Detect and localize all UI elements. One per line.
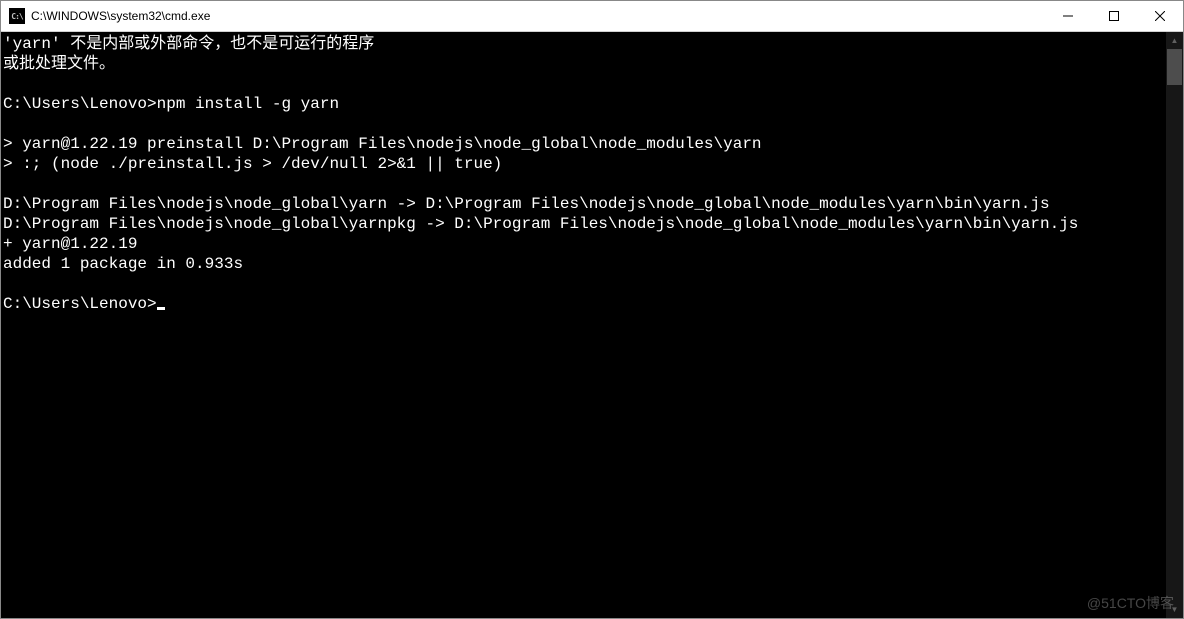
cmd-icon: C:\ [9, 8, 25, 24]
console-area: 'yarn' 不是内部或外部命令，也不是可运行的程序 或批处理文件。 C:\Us… [1, 32, 1183, 618]
scroll-down-arrow[interactable]: ▼ [1166, 601, 1183, 618]
window-title: C:\WINDOWS\system32\cmd.exe [31, 9, 1045, 23]
minimize-button[interactable] [1045, 1, 1091, 31]
maximize-button[interactable] [1091, 1, 1137, 31]
scrollbar-track[interactable] [1166, 49, 1183, 601]
close-button[interactable] [1137, 1, 1183, 31]
scrollbar-thumb[interactable] [1167, 49, 1182, 85]
titlebar[interactable]: C:\ C:\WINDOWS\system32\cmd.exe [1, 1, 1183, 32]
scroll-up-arrow[interactable]: ▲ [1166, 32, 1183, 49]
console-output[interactable]: 'yarn' 不是内部或外部命令，也不是可运行的程序 或批处理文件。 C:\Us… [1, 32, 1166, 618]
cmd-window: C:\ C:\WINDOWS\system32\cmd.exe 'yarn' 不… [0, 0, 1184, 619]
window-controls [1045, 1, 1183, 31]
text-cursor [157, 307, 165, 310]
vertical-scrollbar[interactable]: ▲ ▼ [1166, 32, 1183, 618]
